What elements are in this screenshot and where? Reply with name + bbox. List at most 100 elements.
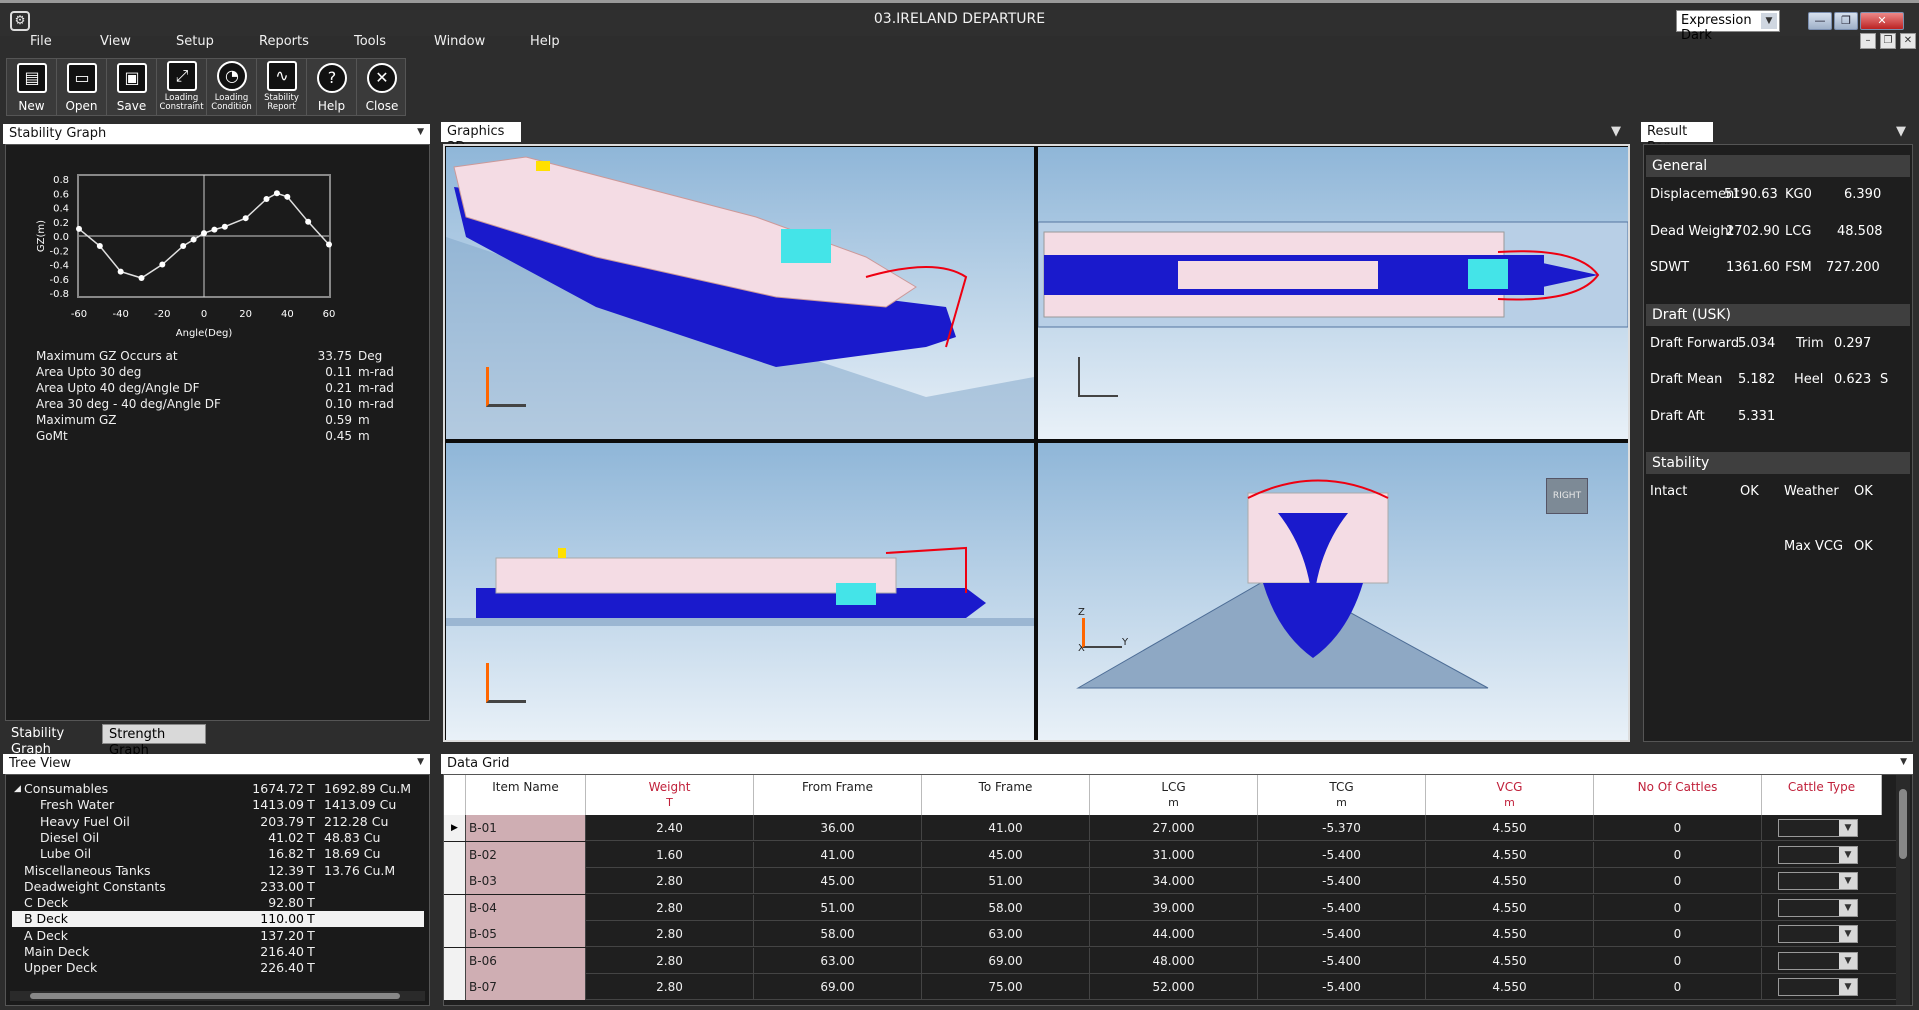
tree-item[interactable]: Miscellaneous Tanks 12.39 T 13.76 Cu.M — [12, 863, 424, 879]
cattle-type-select[interactable]: ▼ — [1778, 845, 1858, 864]
open-button[interactable]: ▭ Open — [57, 59, 107, 115]
table-row[interactable]: B-05 2.80 58.00 63.00 44.000 -5.400 4.550 0 ▼ — [444, 921, 1896, 947]
table-cell[interactable]: -5.400 — [1258, 868, 1426, 894]
column-header[interactable]: TCG m — [1258, 775, 1426, 815]
table-row[interactable]: ▶ B-01 2.40 36.00 41.00 27.000 -5.370 4.550 0 ▼ — [444, 815, 1896, 841]
expand-icon[interactable]: ◢ — [14, 781, 21, 797]
cattle-type-select[interactable]: ▼ — [1778, 872, 1858, 890]
column-header[interactable]: No Of Cattles — [1594, 775, 1762, 815]
tree-item[interactable]: C Deck 92.80 T — [12, 895, 424, 911]
table-cell[interactable]: 27.000 — [1090, 815, 1258, 841]
table-cell[interactable]: 2.80 — [586, 947, 754, 974]
table-cell[interactable]: 58.00 — [922, 894, 1090, 921]
view-cube[interactable]: RIGHT — [1546, 478, 1588, 514]
table-cell[interactable]: -5.400 — [1258, 921, 1426, 947]
table-cell[interactable]: 45.00 — [922, 841, 1090, 868]
tree-item[interactable]: Upper Deck 226.40 T — [12, 960, 424, 976]
menu-view[interactable]: View — [100, 34, 131, 49]
table-cell[interactable]: 48.000 — [1090, 947, 1258, 974]
table-row[interactable]: B-03 2.80 45.00 51.00 34.000 -5.400 4.550 0 ▼ — [444, 868, 1896, 894]
table-cell[interactable]: 0 — [1594, 974, 1762, 1000]
stability-report-button[interactable]: ∿ Stability Report — [257, 59, 307, 115]
column-header[interactable]: VCG m — [1426, 775, 1594, 815]
tab-stability-graph[interactable]: Stability Graph — [5, 724, 101, 757]
table-cell[interactable]: B-07 — [466, 974, 586, 1000]
viewport-side[interactable] — [446, 443, 1034, 740]
cattle-type-select[interactable]: ▼ — [1778, 819, 1858, 837]
save-button[interactable]: ▣ Save — [107, 59, 157, 115]
table-cell[interactable]: -5.400 — [1258, 841, 1426, 868]
tree-item[interactable]: Diesel Oil 41.02 T 48.83 Cu — [12, 830, 424, 846]
table-cell[interactable]: -5.370 — [1258, 815, 1426, 841]
result-dropdown-icon[interactable]: ▼ — [1890, 122, 1914, 142]
row-selector[interactable] — [444, 894, 466, 921]
table-cell[interactable]: 44.000 — [1090, 921, 1258, 947]
viewport-top[interactable] — [1038, 147, 1628, 439]
table-cell[interactable]: B-05 — [466, 921, 586, 947]
table-cell[interactable]: 51.00 — [754, 894, 922, 921]
table-cell[interactable]: 4.550 — [1426, 841, 1594, 868]
close-window-button[interactable]: ✕ — [1860, 12, 1904, 30]
table-cell[interactable]: 0 — [1594, 947, 1762, 974]
table-cell[interactable]: 2.40 — [586, 815, 754, 841]
table-cell[interactable]: 2.80 — [586, 974, 754, 1000]
table-cell[interactable]: 63.00 — [922, 921, 1090, 947]
close-button[interactable]: ✕ Close — [357, 59, 407, 115]
table-cell[interactable]: 41.00 — [754, 841, 922, 868]
table-cell[interactable]: 4.550 — [1426, 868, 1594, 894]
table-cell[interactable]: 0 — [1594, 868, 1762, 894]
table-cell[interactable]: 41.00 — [922, 815, 1090, 841]
table-cell[interactable]: 31.000 — [1090, 841, 1258, 868]
table-cell[interactable]: B-02 — [466, 841, 586, 868]
column-header[interactable]: To Frame — [922, 775, 1090, 815]
table-cell[interactable]: 69.00 — [922, 947, 1090, 974]
table-cell[interactable]: 52.000 — [1090, 974, 1258, 1000]
table-cell[interactable]: 2.80 — [586, 868, 754, 894]
mdi-restore-button[interactable]: ❐ — [1880, 33, 1896, 49]
menu-file[interactable]: File — [30, 34, 52, 49]
viewport-perspective[interactable] — [446, 147, 1034, 439]
table-cell[interactable]: B-06 — [466, 947, 586, 974]
table-cell[interactable]: 4.550 — [1426, 815, 1594, 841]
table-cell[interactable]: B-01 — [466, 815, 586, 841]
table-cell[interactable]: 0 — [1594, 841, 1762, 868]
column-header[interactable]: Item Name — [466, 775, 586, 815]
row-selector[interactable] — [444, 868, 466, 894]
table-row[interactable]: B-06 2.80 63.00 69.00 48.000 -5.400 4.550 0 ▼ — [444, 947, 1896, 974]
help-button[interactable]: ? Help — [307, 59, 357, 115]
panel-dropdown-icon[interactable]: ▼ — [417, 124, 424, 140]
mdi-close-button[interactable]: ✕ — [1900, 33, 1916, 49]
mdi-minimize-button[interactable]: – — [1860, 33, 1876, 49]
menu-setup[interactable]: Setup — [176, 34, 214, 49]
row-selector[interactable] — [444, 974, 466, 1000]
table-cell[interactable]: 2.80 — [586, 894, 754, 921]
table-cell[interactable]: 34.000 — [1090, 868, 1258, 894]
column-header[interactable]: From Frame — [754, 775, 922, 815]
menu-window[interactable]: Window — [434, 34, 485, 49]
row-selector[interactable] — [444, 947, 466, 974]
tree-item[interactable]: Lube Oil 16.82 T 18.69 Cu — [12, 846, 424, 862]
table-cell[interactable]: 1.60 — [586, 841, 754, 868]
table-cell[interactable]: 4.550 — [1426, 921, 1594, 947]
table-row[interactable]: B-02 1.60 41.00 45.00 31.000 -5.400 4.550 0 ▼ — [444, 841, 1896, 868]
row-selector[interactable] — [444, 921, 466, 947]
maximize-button[interactable]: ❐ — [1834, 12, 1858, 30]
viewport-front[interactable]: RIGHT Z Y X — [1038, 443, 1628, 740]
table-cell[interactable]: 75.00 — [922, 974, 1090, 1000]
column-header[interactable]: LCG m — [1090, 775, 1258, 815]
tree-item[interactable]: B Deck 110.00 T — [12, 911, 424, 928]
tree-item[interactable]: Fresh Water 1413.09 T 1413.09 Cu — [12, 797, 424, 813]
table-cell[interactable]: -5.400 — [1258, 947, 1426, 974]
table-cell[interactable]: 39.000 — [1090, 894, 1258, 921]
table-cell[interactable]: 51.00 — [922, 868, 1090, 894]
column-header[interactable]: Weight T — [586, 775, 754, 815]
loading-constraint-button[interactable]: ⤢ Loading Constraint — [157, 59, 207, 115]
table-cell[interactable]: B-04 — [466, 894, 586, 921]
tree-item[interactable]: Consumables 1674.72 T 1692.89 Cu.M ◢ — [12, 781, 424, 797]
table-cell[interactable]: 69.00 — [754, 974, 922, 1000]
table-cell[interactable]: 58.00 — [754, 921, 922, 947]
menu-help[interactable]: Help — [530, 34, 560, 49]
cattle-type-select[interactable]: ▼ — [1778, 978, 1858, 996]
table-cell[interactable]: 2.80 — [586, 921, 754, 947]
panel-dropdown-icon[interactable]: ▼ — [417, 754, 424, 770]
